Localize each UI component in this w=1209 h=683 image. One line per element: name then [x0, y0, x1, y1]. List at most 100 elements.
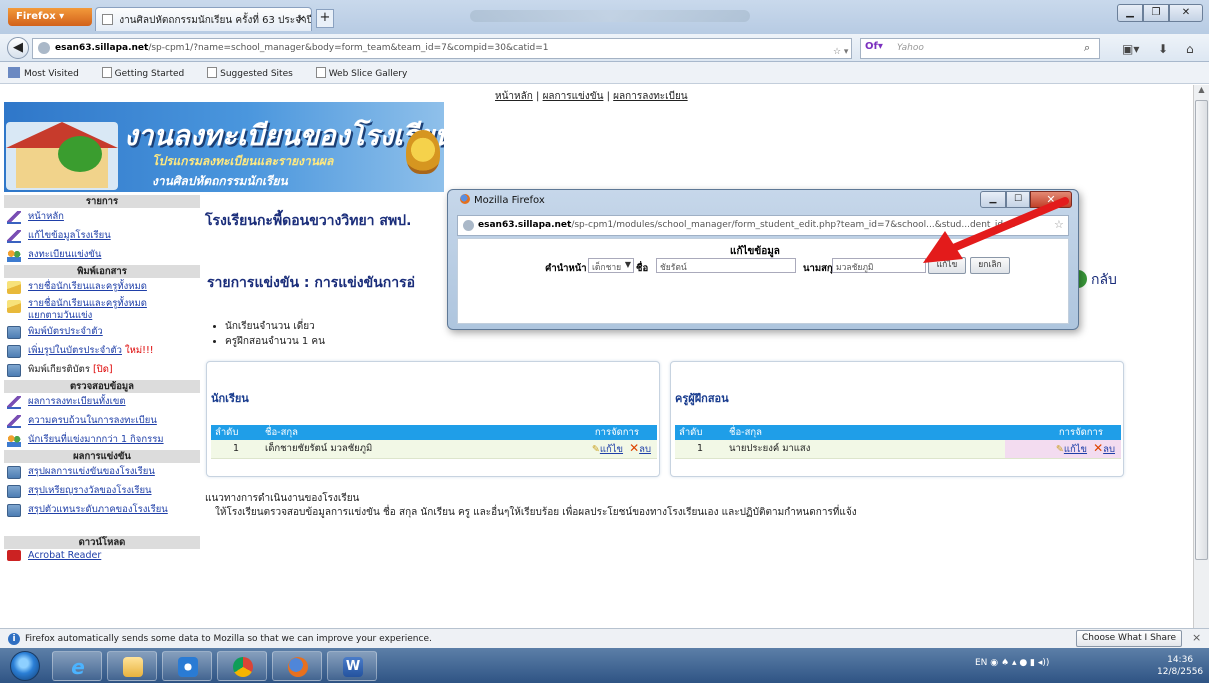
top-link-results[interactable]: ผลการแข่งขัน: [543, 91, 604, 102]
search-magnifier-icon[interactable]: ⌕: [1084, 41, 1090, 55]
sidebar-item-district-results[interactable]: ผลการลงทะเบียนทั้งเขต: [4, 393, 200, 412]
taskbar-word[interactable]: W: [327, 651, 377, 681]
web-page: หน้าหลัก | ผลการแข่งขัน | ผลการลงทะเบียน…: [0, 85, 1193, 628]
firefox-icon: [288, 657, 308, 677]
system-tray[interactable]: EN ◉ ♠ ▴ ● ▮ ◂)): [975, 658, 1049, 668]
sidebar-item-acrobat-reader[interactable]: Acrobat Reader: [4, 549, 200, 563]
chrome-icon: [233, 657, 253, 677]
prefix-label: คำนำหน้า: [545, 263, 587, 274]
sidebar-item-medal-summary[interactable]: สรุปเหรียญรางวัลของโรงเรียน: [4, 482, 200, 501]
media-player-icon: [178, 657, 198, 677]
back-link[interactable]: กลับ: [1073, 269, 1117, 291]
edit-student-link[interactable]: แก้ไข: [600, 444, 623, 455]
bookmarks-menu-icon[interactable]: ▣▾: [1122, 42, 1139, 56]
summary-teachers: ครูฝึกสอนจำนวน 1 คน: [225, 334, 325, 349]
taskbar-file-explorer[interactable]: [107, 651, 157, 681]
search-input[interactable]: Of▾ Yahoo: [860, 38, 1100, 59]
sidebar-item-print-id-card[interactable]: พิมพ์บัตรประจำตัว: [4, 323, 200, 342]
sidebar-item-multi-activity[interactable]: นักเรียนที่แข่งมากกว่า 1 กิจกรรม: [4, 431, 200, 450]
downloads-icon[interactable]: ⬇: [1158, 42, 1168, 56]
edit-teacher-link[interactable]: แก้ไข: [1064, 444, 1087, 455]
site-identity-icon: [463, 220, 474, 231]
window-minimize-button[interactable]: ▁: [1117, 4, 1143, 22]
card-icon: [7, 485, 21, 498]
sidebar-item-edit-school[interactable]: แก้ไขข้อมูลโรงเรียน: [4, 227, 200, 246]
search-placeholder: Yahoo: [897, 43, 924, 53]
language-indicator[interactable]: EN: [975, 658, 987, 668]
tab-title: งานศิลปหัตถกรรมนักเรียน ครั้งที่ 63 ประจ…: [119, 15, 312, 26]
table-row: 1 เด็กชายชัยรัตน์ มวลชัยภูมิ ✎แก้ไข ✕ลบ: [211, 440, 657, 459]
students-table: ลำดับ ชื่อ-สกุล การจัดการ 1 เด็กชายชัยรั…: [211, 425, 657, 459]
bookmark-suggested-sites[interactable]: Suggested Sites: [207, 67, 303, 79]
address-bar[interactable]: esan63.sillapa.net/sp-cpm1/?name=school_…: [32, 38, 852, 59]
sidebar-item-home[interactable]: หน้าหลัก: [4, 208, 200, 227]
sidebar-item-register[interactable]: ลงทะเบียนแข่งขัน: [4, 246, 200, 265]
browser-tab[interactable]: งานศิลปหัตถกรรมนักเรียน ครั้งที่ 63 ประจ…: [95, 7, 312, 31]
table-row: 1 นายประยงค์ มาแสง ✎แก้ไข ✕ลบ: [675, 440, 1121, 459]
pencil-icon: [7, 230, 21, 243]
row-number: 1: [211, 440, 261, 459]
window-close-button[interactable]: ✕: [1169, 4, 1203, 22]
notification-close-icon[interactable]: ×: [1192, 631, 1201, 644]
system-clock[interactable]: 14:36 12/8/2556: [1157, 654, 1203, 678]
start-button[interactable]: [10, 651, 40, 681]
taskbar-media-player[interactable]: [162, 651, 212, 681]
url-bookmark-reload-icons[interactable]: ☆ ▾ C: [833, 47, 851, 57]
guide-text: ให้โรงเรียนตรวจสอบข้อมูลการแข่งขัน ชื่อ …: [215, 507, 857, 518]
tray-icons[interactable]: ◉ ♠ ▴ ● ▮ ◂)): [990, 658, 1049, 668]
last-name-input[interactable]: มวลชัยภูมิ: [832, 258, 926, 273]
new-tab-button[interactable]: +: [316, 9, 334, 28]
bookmarks-toolbar: Most Visited Getting Started Suggested S…: [0, 62, 1209, 84]
people-icon: [7, 249, 21, 262]
people-icon: [7, 434, 21, 447]
search-engine-icon[interactable]: Of▾: [865, 41, 883, 52]
firefox-menu-button[interactable]: Firefox ▾: [8, 8, 92, 26]
sidebar-item-names-by-day[interactable]: รายชื่อนักเรียนและครูทั้งหมด แยกตามวันแข่…: [4, 297, 200, 323]
sidebar-item-school-summary[interactable]: สรุปผลการแข่งขันของโรงเรียน: [4, 463, 200, 482]
sidebar-item-regional-reps[interactable]: สรุปตัวแทนระดับภาคของโรงเรียน: [4, 501, 200, 520]
choose-what-i-share-button[interactable]: Choose What I Share: [1076, 630, 1182, 647]
scroll-up-arrow-icon[interactable]: ▲: [1194, 85, 1209, 99]
sidebar-item-completeness[interactable]: ความครบถ้วนในการลงทะเบียน: [4, 412, 200, 431]
sidebar-item-add-photo[interactable]: เพิ่มรูปในบัตรประจำตัว ใหม่!!!: [4, 342, 200, 361]
window-restore-button[interactable]: ❐: [1143, 4, 1169, 22]
internet-explorer-icon: e: [71, 655, 85, 679]
first-name-input[interactable]: ชัยรัตน์: [656, 258, 796, 273]
row-actions: ✎แก้ไข ✕ลบ: [561, 440, 657, 459]
card-icon: [7, 466, 21, 479]
column-header: การจัดการ: [1005, 425, 1121, 440]
page-scrollbar[interactable]: ▲: [1193, 85, 1209, 628]
back-button[interactable]: ◀: [7, 37, 29, 59]
ministry-emblem-icon: [406, 130, 440, 174]
pdf-icon: [7, 550, 21, 561]
bookmark-getting-started[interactable]: Getting Started: [101, 67, 195, 79]
students-panel-title: นักเรียน: [211, 392, 249, 405]
bookmark-web-slice-gallery[interactable]: Web Slice Gallery: [315, 67, 418, 79]
page-icon: [102, 14, 113, 25]
tab-close-icon[interactable]: ×: [297, 12, 306, 25]
column-header: การจัดการ: [561, 425, 657, 440]
column-header: ลำดับ: [211, 425, 261, 440]
delete-student-link[interactable]: ลบ: [639, 444, 651, 455]
top-link-home[interactable]: หน้าหลัก: [495, 91, 533, 102]
top-link-registration[interactable]: ผลการลงทะเบียน: [613, 91, 687, 102]
notepad-icon: [7, 300, 21, 313]
popup-title: Mozilla Firefox: [460, 194, 545, 206]
home-icon[interactable]: ⌂: [1186, 42, 1194, 56]
back-arrow-icon: ◀: [13, 40, 23, 55]
sidebar: รายการ หน้าหลัก แก้ไขข้อมูลโรงเรียน ลงทะ…: [4, 195, 200, 628]
chevron-down-icon: ▼: [624, 260, 631, 269]
blurred-window-title: [470, 10, 750, 22]
delete-teacher-link[interactable]: ลบ: [1103, 444, 1115, 455]
taskbar-chrome[interactable]: [217, 651, 267, 681]
popup-url-domain: esan63.sillapa.net: [478, 220, 572, 230]
row-actions: ✎แก้ไข ✕ลบ: [1005, 440, 1121, 459]
prefix-select[interactable]: เด็กชาย ▼: [588, 258, 634, 273]
teachers-panel-title: ครูผู้ฝึกสอน: [675, 392, 729, 405]
taskbar-internet-explorer[interactable]: e: [52, 651, 102, 681]
scrollbar-thumb[interactable]: [1195, 100, 1208, 560]
site-identity-icon[interactable]: [38, 42, 50, 54]
sidebar-item-all-names[interactable]: รายชื่อนักเรียนและครูทั้งหมด: [4, 278, 200, 297]
taskbar-firefox[interactable]: [272, 651, 322, 681]
bookmark-most-visited[interactable]: Most Visited: [8, 67, 89, 79]
